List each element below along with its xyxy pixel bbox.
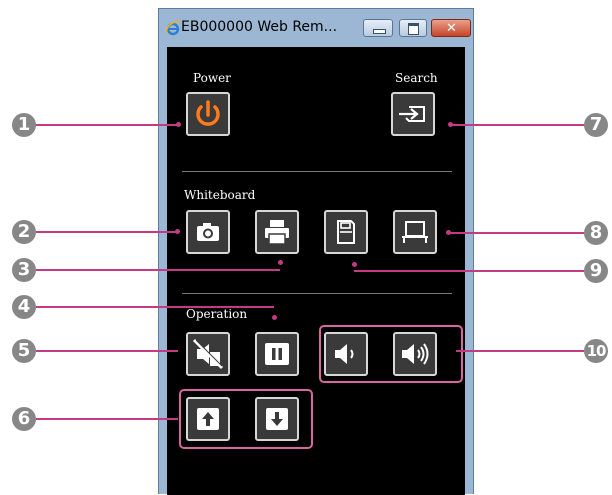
- print-button[interactable]: [255, 210, 299, 254]
- callout-line: [36, 306, 274, 308]
- page-up-button[interactable]: [186, 397, 230, 441]
- av-mute-button[interactable]: [186, 332, 230, 376]
- camera-icon: [197, 223, 219, 241]
- callout-10: 10: [584, 339, 608, 363]
- display-button[interactable]: [393, 210, 437, 254]
- callout-5: 5: [12, 339, 36, 363]
- operation-label: Operation: [186, 307, 248, 321]
- callout-dot: [448, 122, 453, 127]
- window-title: EB000000 Web Rem...: [181, 19, 338, 35]
- callout-dot: [272, 315, 277, 320]
- callout-line: [36, 418, 178, 420]
- close-icon: ✕: [446, 21, 457, 36]
- callout-4: 4: [12, 295, 36, 319]
- minimize-button[interactable]: [363, 19, 393, 37]
- search-button[interactable]: [391, 92, 435, 136]
- callout-dot: [278, 260, 283, 265]
- internet-explorer-icon: [166, 20, 181, 36]
- power-label: Power: [193, 71, 231, 85]
- callout-line: [354, 270, 584, 272]
- freeze-button[interactable]: [255, 332, 299, 376]
- callout-line: [36, 231, 176, 233]
- power-button[interactable]: [186, 92, 230, 136]
- volume-down-icon: [335, 344, 354, 364]
- separator: [182, 293, 452, 294]
- callout-line: [450, 124, 584, 126]
- minimize-icon: [373, 29, 386, 34]
- callout-3: 3: [12, 258, 36, 282]
- callout-line: [36, 350, 178, 352]
- callout-8: 8: [584, 221, 608, 245]
- callout-line: [456, 350, 584, 352]
- callout-6: 6: [12, 407, 36, 431]
- whiteboard-label: Whiteboard: [184, 188, 256, 202]
- callout-dot: [175, 229, 180, 234]
- printer-icon: [265, 220, 289, 245]
- display-screen-icon: [402, 221, 428, 243]
- callout-9: 9: [584, 259, 608, 283]
- callout-1: 1: [12, 113, 36, 137]
- power-icon: [196, 100, 220, 126]
- callout-7: 7: [584, 113, 608, 137]
- title-bar[interactable]: EB000000 Web Rem... ✕: [159, 9, 473, 47]
- arrow-down-icon: [266, 408, 288, 430]
- callout-dot: [352, 262, 357, 267]
- arrow-up-icon: [197, 408, 219, 430]
- callout-dot: [176, 122, 181, 127]
- callout-line: [36, 269, 280, 271]
- separator: [182, 171, 452, 172]
- close-button[interactable]: ✕: [431, 19, 471, 37]
- source-search-icon: [399, 106, 425, 122]
- callout-line: [36, 124, 178, 126]
- page-down-button[interactable]: [255, 397, 299, 441]
- search-label: Search: [395, 71, 438, 85]
- callout-dot: [446, 230, 451, 235]
- save-button[interactable]: [324, 210, 368, 254]
- volume-up-icon: [402, 343, 429, 365]
- av-mute-icon: [192, 338, 224, 370]
- volume-down-button[interactable]: [324, 332, 368, 376]
- capture-button[interactable]: [186, 210, 230, 254]
- callout-line: [448, 232, 584, 234]
- maximize-icon: [408, 23, 419, 35]
- maximize-button[interactable]: [399, 19, 427, 37]
- pause-icon: [265, 343, 289, 365]
- volume-up-button[interactable]: [393, 332, 437, 376]
- browser-window: EB000000 Web Rem... ✕ Power Search White…: [158, 8, 474, 495]
- callout-2: 2: [12, 220, 36, 244]
- save-document-icon: [337, 220, 355, 244]
